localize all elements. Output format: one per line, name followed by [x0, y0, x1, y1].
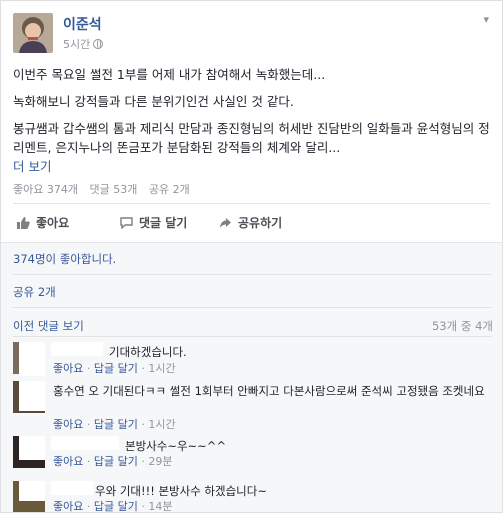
comment-text: 홍수연 오 기대된다ㅋㅋ 썰전 1회부터 안빠지고 다본사람으로써 준석씨 고정…: [53, 384, 485, 398]
divider: [13, 274, 492, 275]
post-card: 이준석 5시간 ▾ 이번주 목요일 썰전 1부를 어제 내가 참여해서 녹화했는…: [0, 0, 503, 513]
redaction: [19, 436, 45, 460]
share-icon: [219, 217, 232, 229]
redaction: [19, 381, 45, 411]
comment-text: 본방사수~우~~^^: [125, 439, 227, 453]
comment-actions: 좋아요 · 답글 달기 · 1시간: [53, 362, 176, 375]
likes-count[interactable]: 좋아요 374개: [13, 183, 78, 196]
comment-text: 우와 기대!!! 본방사수 하겠습니다~: [95, 484, 267, 498]
thumbs-up-icon: [17, 216, 30, 229]
share-button[interactable]: 공유하기: [219, 214, 282, 231]
post-paragraph: 이번주 목요일 썰전 1부를 어제 내가 참여해서 녹화했는데...: [13, 67, 326, 82]
redaction: [51, 436, 119, 450]
shares-summary[interactable]: 공유 2개: [13, 284, 56, 300]
divider: [13, 307, 492, 308]
comment-like-link[interactable]: 좋아요: [53, 362, 83, 375]
divider: [13, 203, 490, 204]
view-previous-comments-link[interactable]: 이전 댓글 보기: [13, 319, 84, 333]
comment-actions: 좋아요 · 답글 달기 · 29분: [53, 455, 173, 468]
comment-like-link[interactable]: 좋아요: [53, 500, 83, 512]
comment-time[interactable]: 29분: [148, 455, 172, 468]
author-name[interactable]: 이준석: [63, 14, 102, 34]
comment-item: 기대하겠습니다. 좋아요 · 답글 달기 · 1시간: [13, 342, 493, 378]
likes-summary[interactable]: 374명이 좋아합니다.: [13, 251, 116, 267]
comments-count[interactable]: 댓글 53개: [89, 183, 137, 196]
divider: [13, 336, 492, 337]
comment-pagination-count: 53개 중 4개: [431, 319, 493, 333]
redaction: [51, 342, 103, 356]
comment-label: 댓글 달기: [139, 216, 188, 230]
comment-reply-link[interactable]: 답글 달기: [94, 362, 138, 375]
like-label: 좋아요: [36, 216, 70, 230]
comment-reply-link[interactable]: 답글 달기: [94, 500, 138, 512]
comment-time[interactable]: 1시간: [148, 418, 175, 431]
comment-icon: [120, 216, 133, 230]
comment-item: 본방사수~우~~^^ 좋아요 · 답글 달기 · 29분: [13, 436, 493, 470]
comment-actions: 좋아요 · 답글 달기 · 14분: [53, 500, 173, 513]
comment-item: 우와 기대!!! 본방사수 하겠습니다~ 좋아요 · 답글 달기 · 14분: [13, 481, 493, 513]
shares-count[interactable]: 공유 2개: [149, 183, 190, 196]
post-header: 이준석 5시간 ▾: [13, 11, 493, 55]
author-avatar[interactable]: [13, 13, 53, 53]
previous-comments-row: 이전 댓글 보기 53개 중 4개: [13, 318, 493, 334]
comment-button[interactable]: 댓글 달기: [120, 214, 187, 231]
redaction: [19, 342, 45, 376]
post-stats: 좋아요 374개 댓글 53개 공유 2개: [13, 181, 198, 197]
comment-time[interactable]: 14분: [148, 500, 172, 512]
comment-item: 홍수연 오 기대된다ㅋㅋ 썰전 1회부터 안빠지고 다본사람으로써 준석씨 고정…: [13, 381, 493, 433]
share-label: 공유하기: [238, 216, 283, 230]
globe-icon: [93, 39, 104, 49]
post-paragraph: 녹화해보니 강적들과 다른 분위기인건 사실인 것 같다.: [13, 94, 294, 109]
see-more-link[interactable]: 더 보기: [13, 159, 51, 174]
comment-text: 기대하겠습니다.: [109, 345, 187, 359]
comment-reply-link[interactable]: 답글 달기: [94, 455, 138, 468]
post-body: 이번주 목요일 썰전 1부를 어제 내가 참여해서 녹화했는데... 녹화해보니…: [13, 65, 495, 176]
post-paragraph: 봉규쌤과 갑수쌤의 톰과 제리식 만담과 종진형님의 허세반 진담반의 일화들과…: [13, 121, 490, 155]
redaction: [51, 481, 93, 495]
comment-time[interactable]: 1시간: [148, 362, 175, 375]
comment-actions: 좋아요 · 답글 달기 · 1시간: [53, 418, 176, 431]
like-button[interactable]: 좋아요: [17, 214, 69, 231]
post-meta: 5시간: [63, 36, 104, 52]
likes-summary-text: 374명이 좋아합니다.: [13, 252, 117, 266]
chevron-down-icon[interactable]: ▾: [483, 13, 489, 26]
comment-like-link[interactable]: 좋아요: [53, 455, 83, 468]
feedback-section: 374명이 좋아합니다. 공유 2개 이전 댓글 보기 53개 중 4개 기대하…: [1, 242, 502, 513]
redaction: [19, 481, 45, 501]
comment-reply-link[interactable]: 답글 달기: [94, 418, 138, 431]
comment-like-link[interactable]: 좋아요: [53, 418, 83, 431]
post-actions: 좋아요 댓글 달기 공유하기: [13, 209, 493, 235]
post-time[interactable]: 5시간: [63, 38, 90, 51]
